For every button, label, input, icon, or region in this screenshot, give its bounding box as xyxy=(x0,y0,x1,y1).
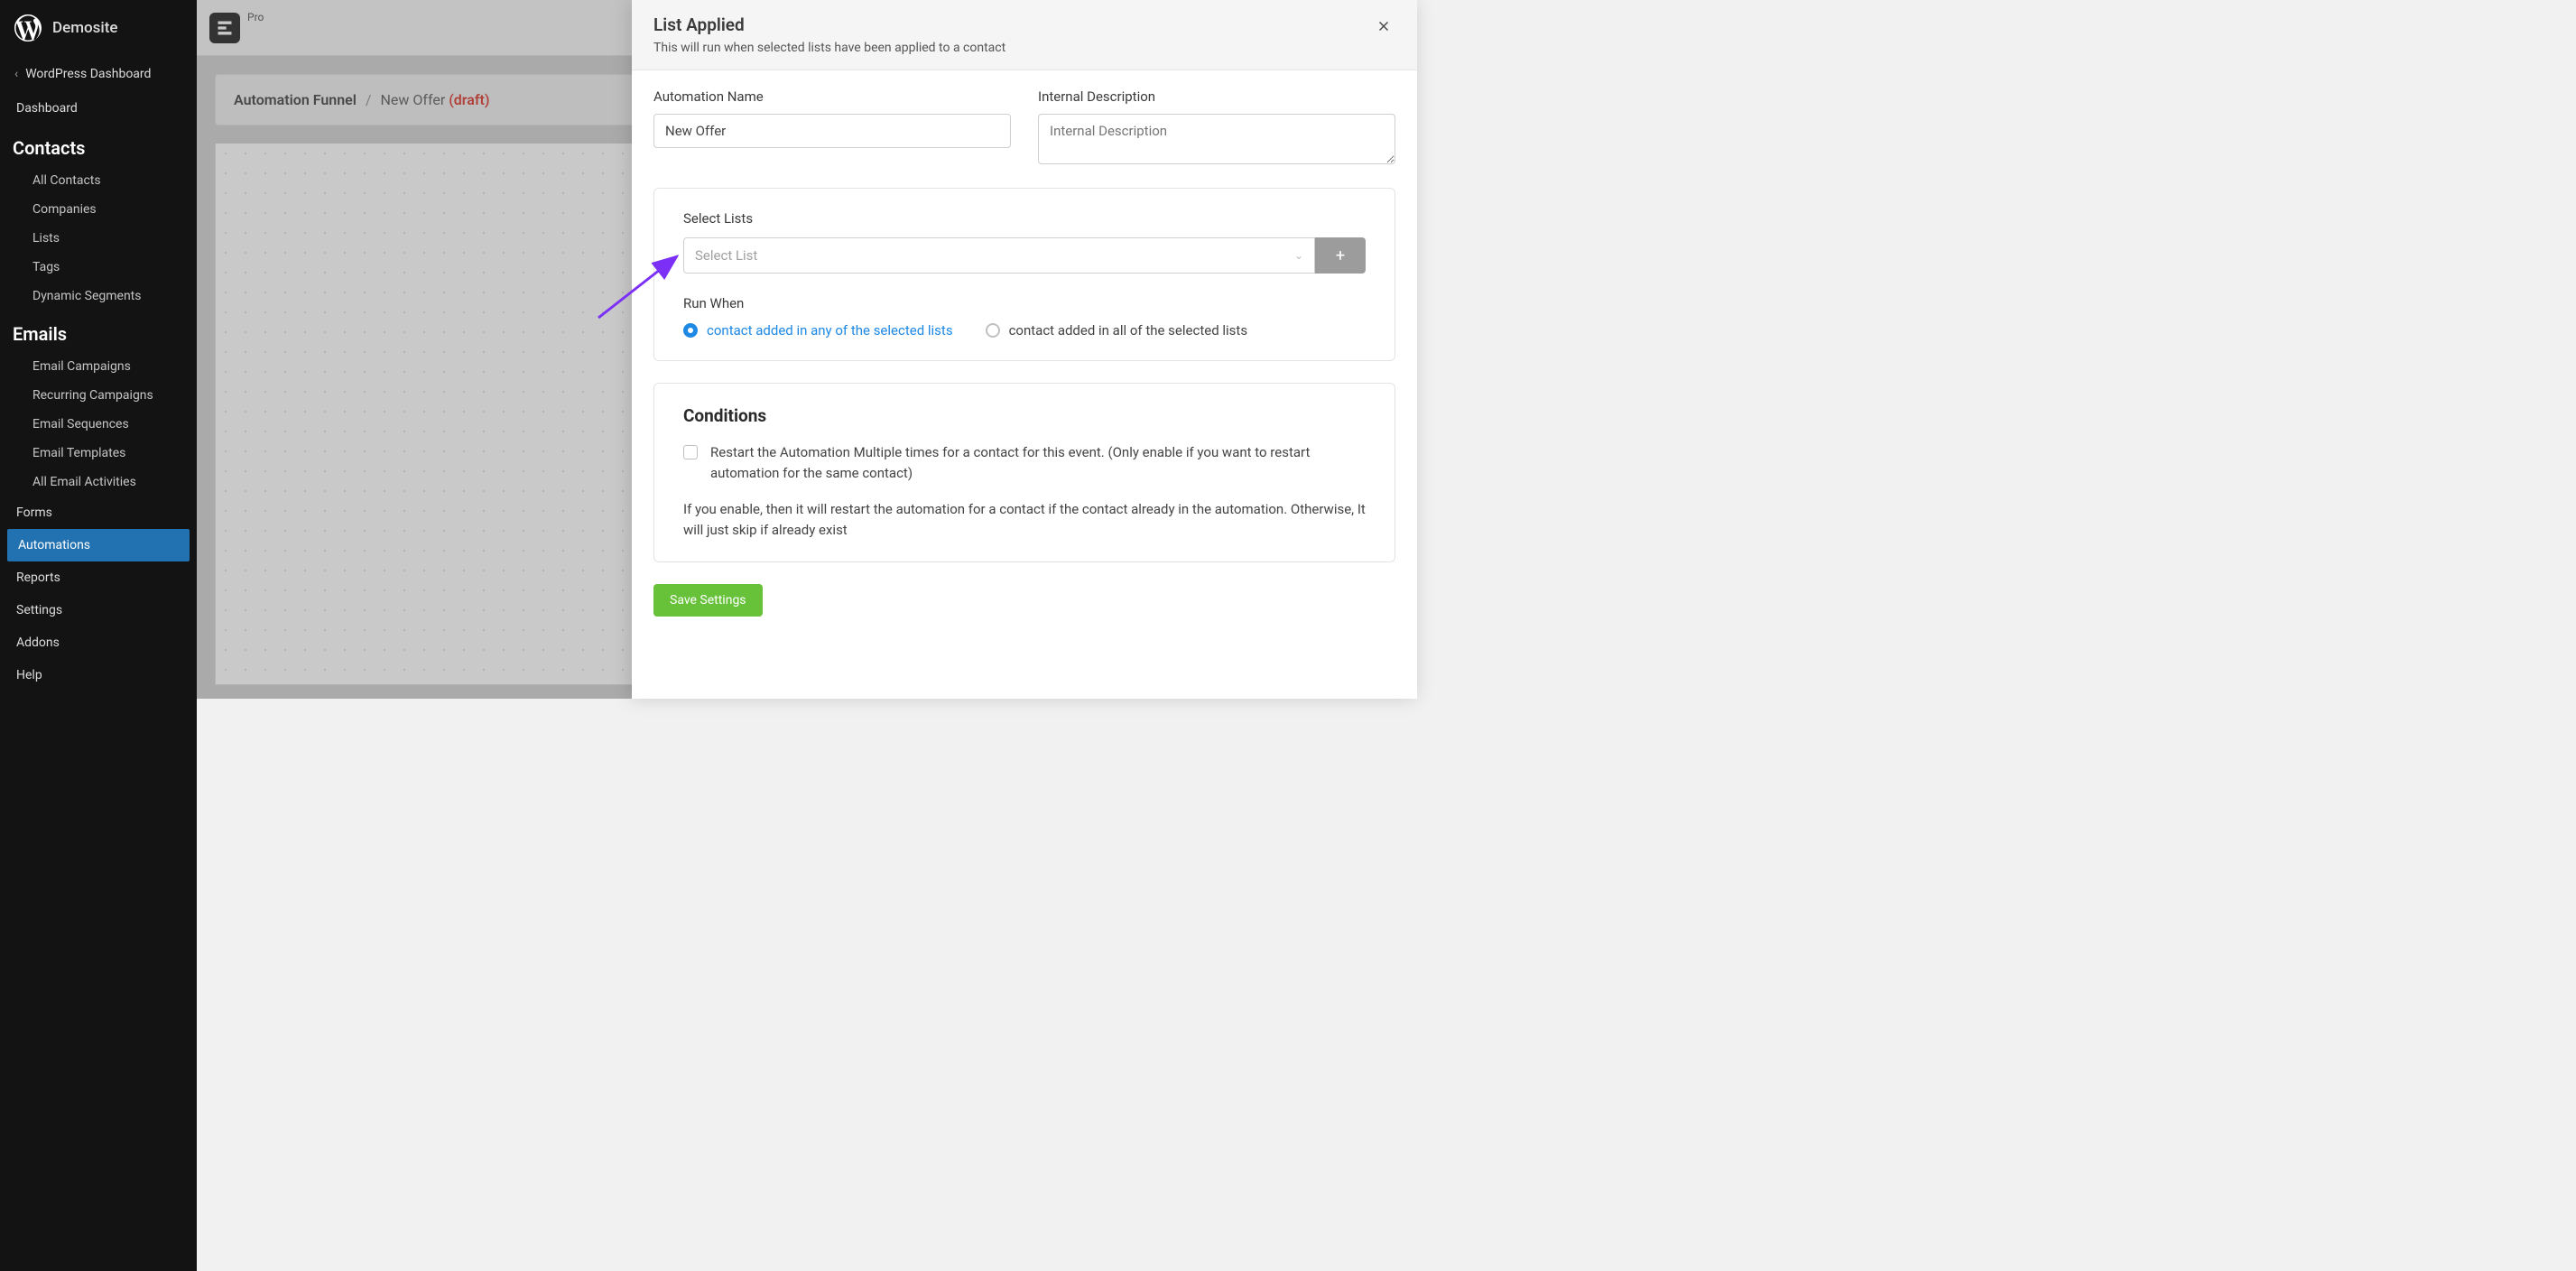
panel-body: Automation Name Internal Description Sel… xyxy=(632,70,1417,635)
app-icon[interactable] xyxy=(209,13,240,43)
add-list-button[interactable]: + xyxy=(1315,237,1366,274)
close-button[interactable] xyxy=(1372,14,1395,42)
nav-email-campaigns[interactable]: Email Campaigns xyxy=(0,352,197,381)
breadcrumb-funnel[interactable]: Automation Funnel xyxy=(234,91,357,108)
sidebar-header: Demosite xyxy=(0,0,197,56)
back-to-dashboard-link[interactable]: ‹ WordPress Dashboard xyxy=(0,56,197,92)
nav-dynamic-segments[interactable]: Dynamic Segments xyxy=(0,282,197,311)
nav-companies[interactable]: Companies xyxy=(0,195,197,224)
radio-any-option[interactable]: contact added in any of the selected lis… xyxy=(683,322,953,339)
nav-heading-emails: Emails xyxy=(0,311,197,352)
restart-checkbox[interactable] xyxy=(683,445,698,459)
radio-all-option[interactable]: contact added in all of the selected lis… xyxy=(986,322,1248,339)
sidebar: Demosite ‹ WordPress Dashboard Dashboard… xyxy=(0,0,197,1271)
internal-desc-label: Internal Description xyxy=(1038,88,1395,105)
panel-header: List Applied This will run when selected… xyxy=(632,0,1417,70)
internal-desc-textarea[interactable] xyxy=(1038,114,1395,164)
chevron-down-icon: ⌄ xyxy=(1294,249,1303,262)
nav-forms[interactable]: Forms xyxy=(0,496,197,529)
nav-dashboard[interactable]: Dashboard xyxy=(0,92,197,125)
nav-settings[interactable]: Settings xyxy=(0,594,197,626)
run-when-label: Run When xyxy=(683,295,1366,311)
settings-panel: List Applied This will run when selected… xyxy=(632,0,1417,699)
nav-tags[interactable]: Tags xyxy=(0,253,197,282)
select-lists-card: Select Lists Select List ⌄ + Run When co… xyxy=(653,188,1395,361)
nav-addons[interactable]: Addons xyxy=(0,626,197,659)
breadcrumb-sep: / xyxy=(366,91,372,108)
nav-reports[interactable]: Reports xyxy=(0,561,197,594)
wordpress-logo-icon xyxy=(14,14,42,42)
select-lists-label: Select Lists xyxy=(683,210,1366,227)
nav-email-activities[interactable]: All Email Activities xyxy=(0,468,197,496)
radio-all-label: contact added in all of the selected lis… xyxy=(1009,322,1248,339)
select-list-placeholder: Select List xyxy=(695,247,757,264)
radio-icon xyxy=(986,323,1000,338)
nav-email-templates[interactable]: Email Templates xyxy=(0,439,197,468)
nav-heading-contacts: Contacts xyxy=(0,125,197,166)
restart-checkbox-label: Restart the Automation Multiple times fo… xyxy=(710,442,1366,483)
nav-automations[interactable]: Automations xyxy=(7,529,190,561)
breadcrumb-draft: (draft) xyxy=(449,91,489,108)
run-when-radio-group: contact added in any of the selected lis… xyxy=(683,322,1366,339)
nav-all-contacts[interactable]: All Contacts xyxy=(0,166,197,195)
nav-lists[interactable]: Lists xyxy=(0,224,197,253)
breadcrumb-name: New Offer xyxy=(381,91,446,108)
radio-icon xyxy=(683,323,698,338)
back-link-label: WordPress Dashboard xyxy=(25,67,151,81)
close-icon xyxy=(1376,18,1392,34)
nav-help[interactable]: Help xyxy=(0,659,197,691)
radio-any-label: contact added in any of the selected lis… xyxy=(707,322,953,339)
nav-email-sequences[interactable]: Email Sequences xyxy=(0,410,197,439)
restart-helper-text: If you enable, then it will restart the … xyxy=(683,499,1366,540)
automation-name-label: Automation Name xyxy=(653,88,1011,105)
panel-subtitle: This will run when selected lists have b… xyxy=(653,41,1005,55)
pro-label: Pro xyxy=(247,11,264,23)
automation-name-input[interactable] xyxy=(653,114,1011,148)
chevron-left-icon: ‹ xyxy=(14,67,18,81)
panel-title: List Applied xyxy=(653,14,1005,35)
conditions-title: Conditions xyxy=(683,405,1366,426)
select-list-dropdown[interactable]: Select List ⌄ xyxy=(683,237,1315,274)
site-title[interactable]: Demosite xyxy=(52,19,118,37)
conditions-card: Conditions Restart the Automation Multip… xyxy=(653,383,1395,562)
nav-recurring-campaigns[interactable]: Recurring Campaigns xyxy=(0,381,197,410)
save-settings-button[interactable]: Save Settings xyxy=(653,584,763,617)
